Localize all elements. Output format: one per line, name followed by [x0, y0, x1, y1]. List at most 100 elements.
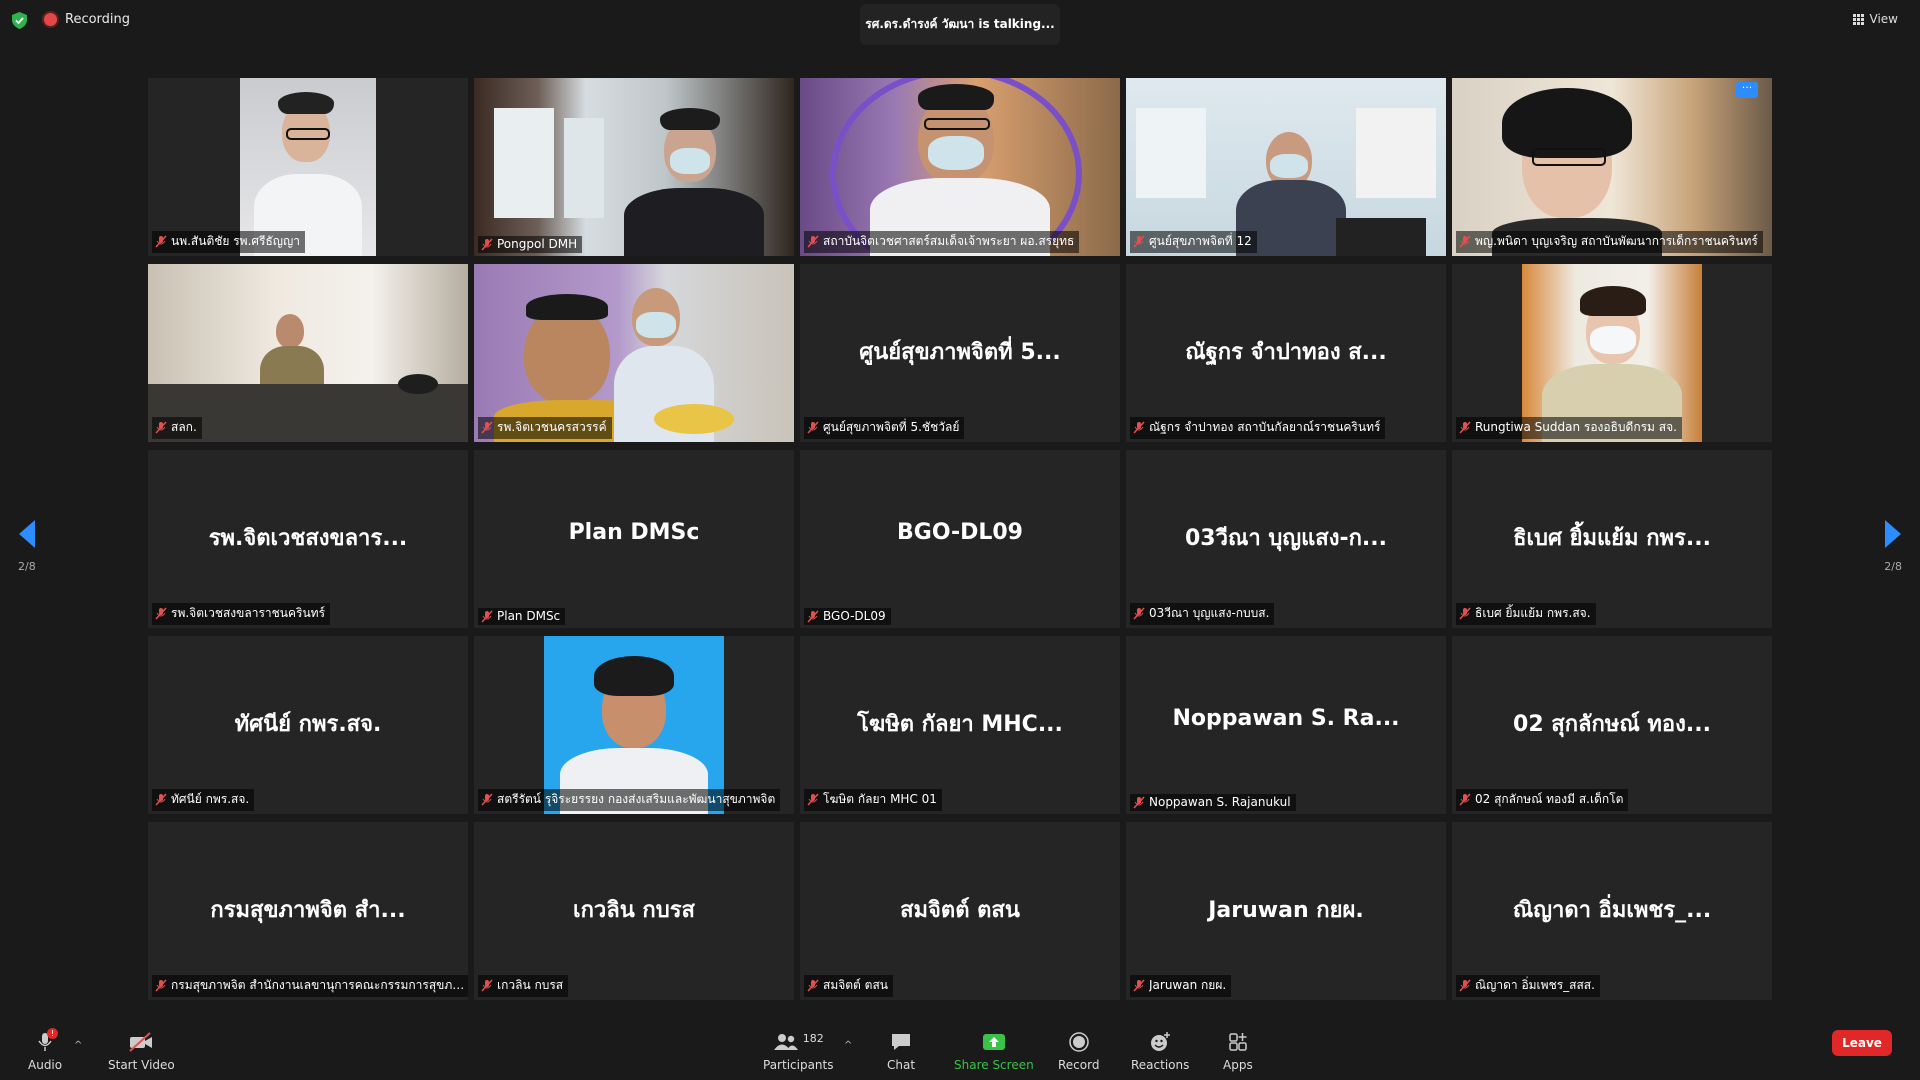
recording-indicator[interactable]: Recording — [44, 12, 130, 27]
participant-tile[interactable]: Jaruwan กยผ. Jaruwan กยผ. — [1126, 822, 1446, 1000]
participant-name: Pongpol DMH — [497, 237, 578, 251]
participant-name: สมจิตต์ ตสน — [823, 978, 888, 992]
participant-tile[interactable]: โฆษิต กัลยา MHC... โฆษิต กัลยา MHC 01 — [800, 636, 1120, 814]
participant-tile[interactable]: รพ.จิตเวชนครสวรรค์ — [474, 264, 794, 442]
participant-display-name: โฆษิต กัลยา MHC... — [857, 712, 1063, 737]
participant-name: พญ.พนิดา บุญเจริญ สถาบันพัฒนาการเด็กราชน… — [1475, 234, 1758, 248]
participant-name: ณัฐกร จำปาทอง สถาบันกัลยาณ์ราชนครินทร์ — [1149, 420, 1381, 434]
share-screen-label: Share Screen — [954, 1058, 1034, 1072]
participant-display-name: ทัศนีย์ กพร.สจ. — [234, 712, 382, 737]
apps-icon — [1229, 1033, 1247, 1051]
muted-mic-icon — [1133, 607, 1145, 620]
participant-name-bar: Jaruwan กยผ. — [1130, 975, 1232, 997]
participant-tile[interactable]: สถาบันจิตเวชศาสตร์สมเด็จเจ้าพระยา ผอ.สรย… — [800, 78, 1120, 256]
participant-tile[interactable]: ศูนย์สุขภาพจิตที่ 12 — [1126, 78, 1446, 256]
view-button[interactable]: View — [1852, 12, 1898, 26]
record-button[interactable]: Record — [1058, 1032, 1099, 1072]
apps-button[interactable]: Apps — [1223, 1032, 1253, 1072]
tile-more-options-button[interactable]: ··· — [1736, 82, 1758, 98]
participants-options-caret[interactable]: ^ — [844, 1040, 852, 1051]
participant-display-name: Noppawan S. Ra... — [1172, 706, 1400, 731]
participant-display-name: Plan DMSc — [568, 520, 700, 545]
record-icon — [1068, 1032, 1089, 1052]
participant-tile[interactable]: ธิเบศ ยิ้มแย้ม กพร... ธิเบศ ยิ้มแย้ม กพร… — [1452, 450, 1772, 628]
share-screen-icon — [982, 1034, 1005, 1050]
participant-tile[interactable]: ศูนย์สุขภาพจิตที่ 5... ศูนย์สุขภาพจิตที่… — [800, 264, 1120, 442]
participant-name: โฆษิต กัลยา MHC 01 — [823, 792, 937, 806]
participant-video — [240, 78, 376, 256]
participant-name: ทัศนีย์ กพร.สจ. — [171, 792, 250, 806]
participant-tile[interactable]: เกวลิน กบรส เกวลิน กบรส — [474, 822, 794, 1000]
participant-tile[interactable]: BGO-DL09 BGO-DL09 — [800, 450, 1120, 628]
participant-tile[interactable]: Noppawan S. Ra... Noppawan S. Rajanukul — [1126, 636, 1446, 814]
participant-name-bar: รพ.จิตเวชสงขลาราชนครินทร์ — [152, 603, 331, 625]
participant-video — [148, 264, 468, 442]
chat-button[interactable]: Chat — [887, 1032, 915, 1072]
participant-video — [474, 264, 794, 442]
next-page-button[interactable]: 2/8 — [1884, 520, 1902, 573]
muted-mic-icon — [155, 979, 167, 992]
reactions-icon — [1151, 1032, 1171, 1051]
participant-tile[interactable]: รพ.จิตเวชสงขลาร... รพ.จิตเวชสงขลาราชนคริ… — [148, 450, 468, 628]
apps-label: Apps — [1223, 1058, 1253, 1072]
participants-label: Participants — [763, 1058, 834, 1072]
participant-display-name: เกวลิน กบรส — [573, 898, 695, 923]
participant-name-bar: ณัฐกร จำปาทอง สถาบันกัลยาณ์ราชนครินทร์ — [1130, 417, 1386, 439]
participant-tile[interactable]: สตรีรัตน์ รุจิระยรรยง กองส่งเสริมและพัฒน… — [474, 636, 794, 814]
participant-tile[interactable]: Pongpol DMH — [474, 78, 794, 256]
muted-mic-icon — [807, 793, 819, 806]
muted-mic-icon — [155, 793, 167, 806]
participant-name: 03วีณา บุญแสง-กบบส. — [1149, 606, 1270, 620]
leave-button[interactable]: Leave — [1832, 1030, 1892, 1056]
muted-mic-icon — [807, 235, 819, 248]
participant-tile[interactable]: Plan DMSc Plan DMSc — [474, 450, 794, 628]
participant-tile[interactable]: 02 สุกลักษณ์ ทอง... 02 สุกลักษณ์ ทองมี ส… — [1452, 636, 1772, 814]
participant-tile[interactable]: ณัฐกร จำปาทอง ส... ณัฐกร จำปาทอง สถาบันก… — [1126, 264, 1446, 442]
participant-name: ณิญาดา อิ่มเพชร_สสส. — [1475, 978, 1595, 992]
muted-mic-icon — [481, 979, 493, 992]
participant-tile[interactable]: นพ.สันติชัย รพ.ศรีธัญญา — [148, 78, 468, 256]
participant-name-bar: Rungtiwa Suddan รองอธิบดีกรม สจ. — [1456, 417, 1682, 439]
participant-name: 02 สุกลักษณ์ ทองมี ส.เด็กโต — [1475, 792, 1624, 806]
chat-icon — [892, 1034, 911, 1050]
participant-tile[interactable]: สลก. — [148, 264, 468, 442]
share-screen-button[interactable]: Share Screen — [954, 1032, 1034, 1072]
start-video-button[interactable]: Start Video — [108, 1032, 175, 1072]
participant-name-bar: Noppawan S. Rajanukul — [1130, 794, 1296, 811]
participant-tile[interactable]: Rungtiwa Suddan รองอธิบดีกรม สจ. — [1452, 264, 1772, 442]
participant-tile[interactable]: กรมสุขภาพจิต สำ... กรมสุขภาพจิต สำนักงาน… — [148, 822, 468, 1000]
video-off-icon — [129, 1032, 153, 1052]
reactions-label: Reactions — [1131, 1058, 1190, 1072]
participant-tile[interactable]: สมจิตต์ ตสน สมจิตต์ ตสน — [800, 822, 1120, 1000]
participant-video — [1126, 78, 1446, 256]
recording-label: Recording — [65, 12, 131, 27]
participants-button[interactable]: 182 Participants — [763, 1032, 834, 1073]
participant-tile[interactable]: ณิญาดา อิ่มเพชร_... ณิญาดา อิ่มเพชร_สสส. — [1452, 822, 1772, 1000]
participant-name-bar: สตรีรัตน์ รุจิระยรรยง กองส่งเสริมและพัฒน… — [478, 789, 781, 811]
muted-mic-icon — [1459, 979, 1471, 992]
participant-name-bar: BGO-DL09 — [804, 608, 891, 625]
participant-name-bar: เกวลิน กบรส — [478, 975, 569, 997]
previous-page-button[interactable]: 2/8 — [18, 520, 36, 573]
reactions-button[interactable]: Reactions — [1131, 1032, 1189, 1072]
security-shield-icon[interactable] — [12, 12, 27, 29]
participant-video — [1452, 78, 1772, 256]
participant-tile[interactable]: 03วีณา บุญแสง-ก... 03วีณา บุญแสง-กบบส. — [1126, 450, 1446, 628]
participant-name-bar: พญ.พนิดา บุญเจริญ สถาบันพัฒนาการเด็กราชน… — [1456, 231, 1763, 253]
recording-dot-icon — [44, 13, 57, 26]
participant-display-name: ศูนย์สุขภาพจิตที่ 5... — [859, 340, 1061, 365]
audio-warning-badge: ! — [47, 1028, 59, 1039]
participant-tile[interactable]: ทัศนีย์ กพร.สจ. ทัศนีย์ กพร.สจ. — [148, 636, 468, 814]
participant-name: ธิเบศ ยิ้มแย้ม กพร.สจ. — [1475, 606, 1591, 620]
participant-display-name: Jaruwan กยผ. — [1208, 898, 1364, 923]
audio-button[interactable]: ! Audio — [28, 1028, 62, 1072]
participant-name-bar: ศูนย์สุขภาพจิตที่ 12 — [1130, 231, 1257, 253]
participant-name-bar: ทัศนีย์ กพร.สจ. — [152, 789, 255, 811]
participant-name: Rungtiwa Suddan รองอธิบดีกรม สจ. — [1475, 420, 1677, 434]
audio-options-caret[interactable]: ^ — [74, 1040, 82, 1051]
participant-name: นพ.สันติชัย รพ.ศรีธัญญา — [171, 234, 300, 248]
participant-name: รพ.จิตเวชนครสวรรค์ — [497, 420, 607, 434]
muted-mic-icon — [1133, 795, 1145, 809]
participant-tile[interactable]: ··· พญ.พนิดา บุญเจริญ สถาบันพัฒนาการเด็ก… — [1452, 78, 1772, 256]
participant-display-name: กรมสุขภาพจิต สำ... — [210, 898, 406, 923]
